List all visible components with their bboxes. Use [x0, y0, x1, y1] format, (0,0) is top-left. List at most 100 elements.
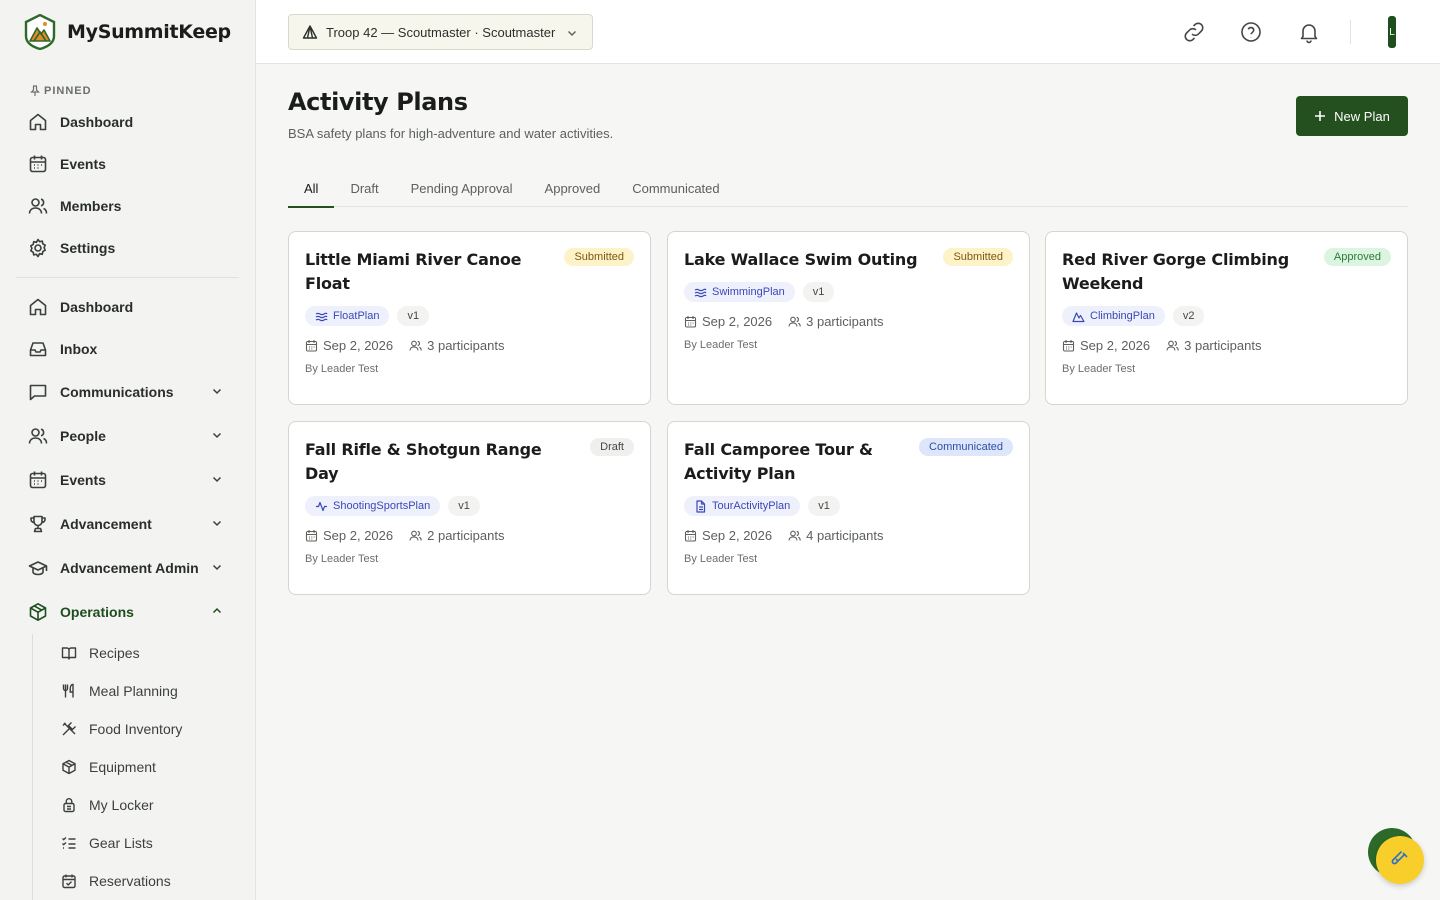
page-subtitle: BSA safety plans for high-adventure and … [288, 126, 614, 141]
home-icon [29, 113, 47, 131]
gear-icon [30, 238, 46, 258]
plan-card[interactable]: Red River Gorge Climbing Weekend Approve… [1045, 231, 1408, 405]
sidebar-item-operations[interactable]: Operations [0, 590, 255, 634]
version-tag: v2 [1172, 306, 1205, 326]
help-icon[interactable] [1239, 20, 1263, 44]
sidebar-item-food-inventory[interactable]: Food Inventory [33, 710, 255, 748]
nav-label: People [60, 428, 106, 444]
brand[interactable]: MySummitKeep [0, 0, 255, 64]
plan-date: Sep 2, 2026 [702, 314, 773, 329]
plan-title: Fall Rifle & Shotgun Range Day [305, 440, 542, 483]
top-header: Troop 42 — Scoutmaster · Scoutmaster L [256, 0, 1440, 64]
chevron-up-icon [212, 607, 222, 614]
nav-label: Inbox [60, 341, 98, 357]
chevron-down-icon [212, 520, 222, 527]
sidebar-item-people[interactable]: People [0, 414, 255, 458]
calendar-icon [305, 530, 318, 542]
sidebar-item-my-locker[interactable]: My Locker [33, 786, 255, 824]
home-icon [29, 298, 47, 316]
link-icon[interactable] [1182, 20, 1206, 44]
pinned-item-settings[interactable]: Settings [0, 227, 255, 269]
utensils-crossed-icon [62, 722, 76, 736]
pinned-label: PINNED [44, 85, 92, 97]
sidebar-item-advancement[interactable]: Advancement [0, 502, 255, 546]
tab-all[interactable]: All [288, 170, 335, 208]
users-icon [788, 530, 801, 541]
plan-card[interactable]: Lake Wallace Swim Outing Submitted Swimm… [667, 231, 1030, 405]
sidebar-item-meal-planning[interactable]: Meal Planning [33, 672, 255, 710]
bell-icon[interactable] [1297, 20, 1321, 44]
sub-label: Recipes [89, 645, 140, 661]
plan-author: By Leader Test [305, 553, 379, 565]
trophy-icon [30, 515, 46, 533]
calendar-check-icon [62, 874, 76, 889]
pinned-item-dashboard[interactable]: Dashboard [0, 101, 255, 143]
plan-type-tag: SwimmingPlan [684, 282, 795, 302]
waves-icon [694, 288, 707, 297]
calendar-icon [29, 471, 47, 489]
avatar-initial: L [1389, 26, 1395, 38]
chevron-down-icon [212, 388, 222, 395]
pinned-item-events[interactable]: Events [0, 143, 255, 185]
sidebar-item-inbox[interactable]: Inbox [0, 328, 255, 370]
inbox-icon [29, 342, 47, 357]
calendar-icon [305, 340, 318, 352]
graduation-cap-icon [28, 561, 48, 576]
chevron-down-icon [568, 31, 576, 36]
avatar[interactable]: L [1388, 16, 1396, 48]
plan-type-tag: ClimbingPlan [1062, 306, 1165, 326]
plan-author: By Leader Test [684, 553, 758, 565]
tab-approved[interactable]: Approved [529, 170, 617, 207]
new-plan-button[interactable]: New Plan [1296, 96, 1408, 136]
plan-card[interactable]: Little Miami River Canoe Float Submitted… [288, 231, 651, 405]
new-plan-label: New Plan [1334, 108, 1390, 124]
sidebar-item-dashboard[interactable]: Dashboard [0, 286, 255, 328]
nav-label: Events [60, 472, 106, 488]
users-icon [28, 198, 48, 214]
users-icon [28, 428, 48, 444]
version-tag: v1 [802, 282, 835, 302]
tab-draft[interactable]: Draft [334, 170, 394, 207]
plan-date: Sep 2, 2026 [702, 528, 773, 543]
chevron-down-icon [212, 432, 222, 439]
operations-subnav: Recipes Meal Planning Food Inventory Equ… [32, 634, 255, 900]
lock-icon [63, 798, 75, 813]
sidebar-divider [16, 277, 239, 278]
mountain-icon [1072, 311, 1085, 322]
tab-pending-approval[interactable]: Pending Approval [395, 170, 529, 207]
sidebar-item-gear-lists[interactable]: Gear Lists [33, 824, 255, 862]
checklist-icon[interactable] [1126, 20, 1150, 44]
status-badge: Submitted [564, 248, 634, 266]
users-icon [409, 530, 422, 541]
sidebar-item-communications[interactable]: Communications [0, 370, 255, 414]
plan-type-label: SwimmingPlan [712, 286, 785, 298]
utensils-icon [62, 683, 74, 698]
plan-author: By Leader Test [684, 339, 758, 351]
troop-role-select[interactable]: Troop 42 — Scoutmaster · Scoutmaster [288, 14, 593, 50]
plan-card[interactable]: Fall Camporee Tour & Activity Plan Commu… [667, 421, 1030, 595]
test-tube-fab-button[interactable] [1376, 836, 1424, 884]
sidebar-item-equipment[interactable]: Equipment [33, 748, 255, 786]
plan-title: Fall Camporee Tour & Activity Plan [684, 440, 873, 483]
version-tag: v1 [808, 496, 840, 516]
sidebar-item-recipes[interactable]: Recipes [33, 634, 255, 672]
pinned-item-members[interactable]: Members [0, 185, 255, 227]
plan-type-label: ShootingSportsPlan [333, 500, 431, 512]
chevron-down-icon [212, 564, 222, 571]
activity-icon [316, 501, 327, 511]
plan-date: Sep 2, 2026 [1080, 338, 1151, 353]
plan-card[interactable]: Fall Rifle & Shotgun Range Day Draft Sho… [288, 421, 651, 595]
plan-type-label: ClimbingPlan [1090, 310, 1155, 322]
calendar-icon [29, 155, 47, 173]
status-badge: Approved [1323, 248, 1391, 266]
tab-communicated[interactable]: Communicated [616, 170, 735, 207]
sidebar-item-reservations[interactable]: Reservations [33, 862, 255, 900]
waves-icon [315, 312, 328, 321]
plan-title: Little Miami River Canoe Float [305, 250, 522, 293]
sidebar-item-events[interactable]: Events [0, 458, 255, 502]
nav-label: Communications [60, 384, 174, 400]
nav-label: Advancement [60, 516, 152, 532]
file-icon [696, 499, 706, 513]
sidebar-item-advancement-admin[interactable]: Advancement Admin [0, 546, 255, 590]
box-icon [29, 603, 47, 621]
